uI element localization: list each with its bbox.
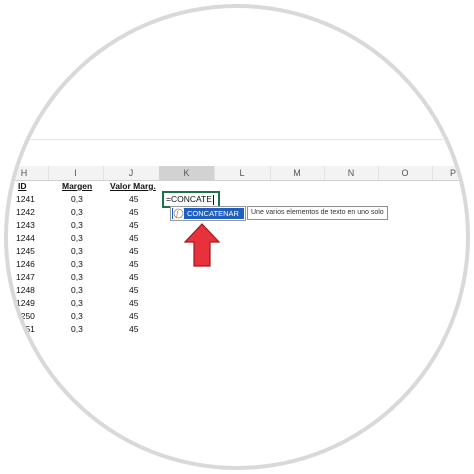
cell-id[interactable]: 1242 (16, 206, 35, 219)
column-header-p[interactable]: P (432, 166, 466, 180)
cell-margen[interactable]: 0,3 (71, 219, 83, 232)
autocomplete-item-label: CONCATENAR (187, 209, 239, 218)
cell-margen[interactable]: 0,3 (71, 284, 83, 297)
cell-valor[interactable]: 45 (129, 245, 138, 258)
column-header-m[interactable]: M (270, 166, 325, 180)
cell-margen[interactable]: 0,3 (71, 271, 83, 284)
cell-valor[interactable]: 45 (129, 258, 138, 271)
cell-id[interactable]: 1248 (16, 284, 35, 297)
autocomplete-dropdown: f CONCATENAR (170, 206, 246, 221)
cell-valor[interactable]: 45 (129, 297, 138, 310)
cell-margen[interactable]: 0,3 (71, 297, 83, 310)
column-header-o[interactable]: O (378, 166, 433, 180)
autocomplete-item-concatenar[interactable]: f CONCATENAR (172, 208, 244, 219)
cell-valor[interactable]: 45 (129, 323, 138, 336)
cell-margen[interactable]: 0,3 (71, 232, 83, 245)
cell-id[interactable]: 1251 (16, 323, 35, 336)
cell-id[interactable]: 1247 (16, 271, 35, 284)
header-valor-marg[interactable]: Valor Marg. (110, 180, 156, 193)
formula-text: =CONCATE (166, 194, 212, 204)
spreadsheet-view: H I J K L M N O P ID Margen Valor Marg. … (8, 8, 466, 466)
column-header-l[interactable]: L (214, 166, 271, 180)
header-margen[interactable]: Margen (62, 180, 92, 193)
header-id[interactable]: ID (18, 180, 27, 193)
column-header-k[interactable]: K (159, 166, 215, 180)
column-header-n[interactable]: N (324, 166, 379, 180)
cell-id[interactable]: 1244 (16, 232, 35, 245)
cell-valor[interactable]: 45 (129, 193, 138, 206)
ribbon-divider (8, 139, 466, 140)
column-header-i[interactable]: I (48, 166, 104, 180)
cell-id[interactable]: 1249 (16, 297, 35, 310)
cell-margen[interactable]: 0,3 (71, 245, 83, 258)
cell-valor[interactable]: 45 (129, 310, 138, 323)
text-caret (212, 194, 214, 205)
up-arrow-icon (183, 223, 221, 267)
cell-valor[interactable]: 45 (129, 206, 138, 219)
cell-id[interactable]: 1250 (16, 310, 35, 323)
cell-margen[interactable]: 0,3 (71, 310, 83, 323)
cell-margen[interactable]: 0,3 (71, 258, 83, 271)
circular-frame: H I J K L M N O P ID Margen Valor Marg. … (8, 8, 466, 466)
column-header-h[interactable]: H (8, 166, 49, 180)
function-tooltip: Une varios elementos de texto en uno sol… (247, 206, 388, 220)
function-icon: f (173, 208, 184, 219)
cell-valor[interactable]: 45 (129, 271, 138, 284)
cell-margen[interactable]: 0,3 (71, 206, 83, 219)
cell-id[interactable]: 1241 (16, 193, 35, 206)
cell-id[interactable]: 1243 (16, 219, 35, 232)
cell-margen[interactable]: 0,3 (71, 193, 83, 206)
column-header-j[interactable]: J (103, 166, 160, 180)
cell-margen[interactable]: 0,3 (71, 323, 83, 336)
cell-id[interactable]: 1246 (16, 258, 35, 271)
cell-valor[interactable]: 45 (129, 232, 138, 245)
cell-valor[interactable]: 45 (129, 219, 138, 232)
cell-valor[interactable]: 45 (129, 284, 138, 297)
cell-id[interactable]: 1245 (16, 245, 35, 258)
